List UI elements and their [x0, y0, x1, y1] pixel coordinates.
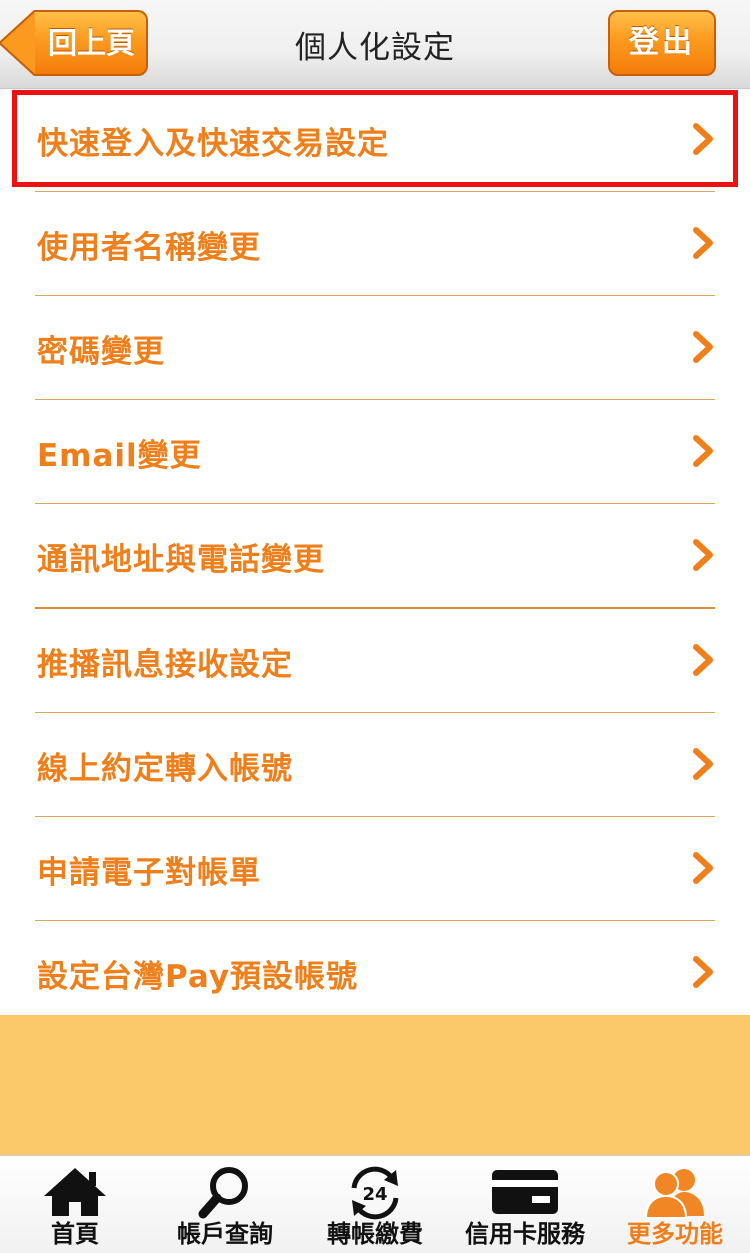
menu-item-label: 使用者名稱變更: [37, 230, 261, 266]
tab-home[interactable]: 首頁: [0, 1156, 150, 1253]
chevron-right-icon: [693, 123, 713, 155]
menu-item-online-designated-account[interactable]: 線上約定轉入帳號: [35, 713, 715, 817]
menu-item-email-change[interactable]: Email變更: [35, 400, 715, 504]
menu-item-label: 密碼變更: [37, 334, 165, 370]
menu-item-label: 快速登入及快速交易設定: [37, 126, 389, 162]
tab-label: 轉帳繳費: [327, 1220, 423, 1248]
menu-item-label: 線上約定轉入帳號: [37, 751, 293, 787]
chevron-right-icon: [693, 331, 713, 363]
chevron-right-icon: [693, 748, 713, 780]
svg-text:24: 24: [362, 1184, 387, 1205]
tab-label: 更多功能: [627, 1220, 723, 1248]
menu-item-label: 申請電子對帳單: [37, 855, 261, 891]
menu-item-label: Email變更: [37, 438, 202, 474]
tab-transfer-payment[interactable]: 24 轉帳繳費: [300, 1156, 450, 1253]
menu-item-push-notification-settings[interactable]: 推播訊息接收設定: [35, 609, 715, 713]
tab-more-functions[interactable]: 更多功能: [600, 1156, 750, 1253]
users-icon: [644, 1169, 704, 1219]
chevron-right-icon: [693, 644, 713, 676]
tab-account-inquiry[interactable]: 帳戶查詢: [150, 1156, 300, 1253]
chevron-right-icon: [693, 539, 713, 571]
menu-item-label: 設定台灣Pay預設帳號: [37, 959, 359, 995]
menu-item-username-change[interactable]: 使用者名稱變更: [35, 192, 715, 296]
credit-card-icon: [492, 1170, 558, 1214]
menu-item-address-phone-change[interactable]: 通訊地址與電話變更: [35, 504, 715, 609]
home-icon: [44, 1168, 106, 1216]
chevron-right-icon: [693, 956, 713, 988]
bottom-tab-bar: 首頁 帳戶查詢 24 轉帳繳費 信用卡服務 更多功能: [0, 1155, 750, 1253]
menu-item-e-statement[interactable]: 申請電子對帳單: [35, 817, 715, 921]
menu-item-label: 推播訊息接收設定: [37, 647, 293, 683]
menu-item-quick-login[interactable]: 快速登入及快速交易設定: [35, 88, 715, 192]
top-bar: 回上頁 個人化設定 登出: [0, 0, 750, 89]
tab-label: 首頁: [51, 1220, 99, 1248]
chevron-right-icon: [693, 227, 713, 259]
menu-item-taiwan-pay-default-account[interactable]: 設定台灣Pay預設帳號: [35, 921, 715, 1024]
tab-label: 帳戶查詢: [177, 1220, 273, 1248]
logout-button[interactable]: 登出: [608, 10, 716, 76]
content-filler: [0, 1015, 750, 1155]
tab-credit-card-service[interactable]: 信用卡服務: [450, 1156, 600, 1253]
settings-menu: 快速登入及快速交易設定 使用者名稱變更 密碼變更 Email變更 通訊地址與電話…: [0, 88, 750, 1024]
tab-label: 信用卡服務: [465, 1220, 585, 1248]
menu-item-label: 通訊地址與電話變更: [37, 542, 325, 578]
menu-item-password-change[interactable]: 密碼變更: [35, 296, 715, 400]
chevron-right-icon: [693, 435, 713, 467]
chevron-right-icon: [693, 852, 713, 884]
transfer-24-icon: 24: [351, 1166, 399, 1220]
